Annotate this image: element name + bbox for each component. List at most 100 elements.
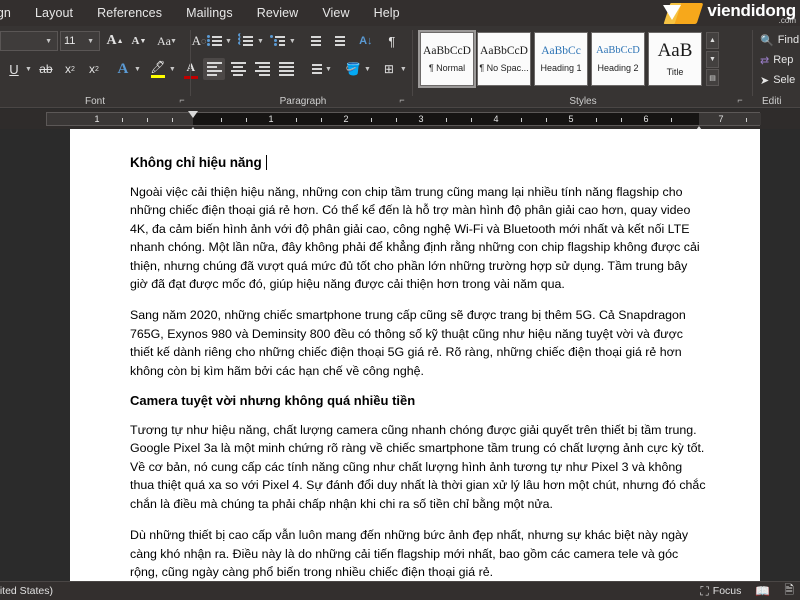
- decrease-indent-icon: [306, 34, 322, 48]
- highlighter-icon: 🖊: [150, 60, 166, 74]
- print-layout-icon[interactable]: 🗎: [784, 581, 794, 600]
- style-title[interactable]: AaB Title: [648, 32, 702, 86]
- change-case-icon: Aa: [157, 33, 171, 48]
- align-right-button[interactable]: [251, 58, 273, 80]
- style-no-spacing[interactable]: AaBbCcD ¶ No Spac...: [477, 32, 531, 86]
- chevron-down-icon: ▼: [170, 37, 177, 45]
- highlight-color-swatch: [150, 75, 165, 78]
- superscript-button[interactable]: x2: [83, 58, 105, 80]
- logo-mark-icon: [662, 3, 704, 24]
- ruler-margin-right: [699, 113, 761, 125]
- ribbon-group-editing: 🔍 Find ⇄ Rep ➤ Sele Editi: [756, 26, 800, 108]
- style-label: Heading 1: [540, 63, 582, 74]
- increase-indent-icon: [330, 34, 346, 48]
- sort-icon: A↓: [359, 35, 373, 47]
- language-indicator[interactable]: nited States): [0, 585, 53, 597]
- styles-scroll-up-button[interactable]: ▲: [706, 32, 719, 49]
- chevron-down-icon[interactable]: ▼: [257, 38, 264, 45]
- document-subheading: Camera tuyệt vời nhưng không quá nhiều t…: [130, 393, 416, 409]
- replace-button[interactable]: ⇄ Rep: [760, 50, 799, 70]
- ruler-number: 4: [493, 114, 499, 124]
- style-heading-2[interactable]: AaBbCcD Heading 2: [591, 32, 645, 86]
- subscript-button[interactable]: x2: [59, 58, 81, 80]
- text-highlight-button[interactable]: 🖊: [147, 58, 169, 80]
- bullets-button[interactable]: [203, 30, 225, 52]
- shading-button[interactable]: 🪣: [342, 58, 364, 80]
- style-sample: AaB: [657, 40, 693, 61]
- styles-scroll-down-button[interactable]: ▼: [706, 50, 719, 68]
- find-button[interactable]: 🔍 Find: [760, 30, 799, 50]
- chevron-down-icon[interactable]: ▼: [400, 66, 407, 73]
- focus-mode-button[interactable]: ⛶ Focus: [700, 584, 741, 599]
- chevron-down-icon[interactable]: ▼: [169, 66, 176, 73]
- document-paragraph: Dù những thiết bị cao cấp vẫn luôn mang …: [130, 528, 689, 579]
- horizontal-ruler[interactable]: 1 1 2 3 4 5 6 7: [46, 111, 761, 140]
- decrease-indent-button[interactable]: [303, 30, 325, 52]
- styles-dialog-launcher[interactable]: ⌐: [734, 94, 746, 106]
- style-heading-1[interactable]: AaBbCc Heading 1: [534, 32, 588, 86]
- multilevel-list-button[interactable]: [267, 30, 289, 52]
- styles-more-button[interactable]: ▤: [706, 69, 719, 86]
- borders-icon: ⊞: [383, 62, 394, 76]
- align-right-icon: [254, 60, 270, 78]
- shrink-font-button[interactable]: A ▼: [128, 30, 150, 52]
- increase-indent-button[interactable]: [327, 30, 349, 52]
- chevron-down-icon[interactable]: ▼: [289, 38, 296, 45]
- tab-mailings[interactable]: Mailings: [174, 2, 245, 24]
- text-effects-button[interactable]: A: [112, 58, 134, 80]
- style-sample: AaBbCcD: [423, 44, 471, 57]
- font-name-combo[interactable]: ▼: [0, 31, 58, 51]
- document-page[interactable]: Không chỉ hiệu năng Ngoài việc cải thiện…: [70, 129, 760, 581]
- numbering-button[interactable]: [235, 30, 257, 52]
- text-cursor: [265, 155, 267, 170]
- align-center-button[interactable]: [227, 58, 249, 80]
- document-canvas[interactable]: Không chỉ hiệu năng Ngoài việc cải thiện…: [0, 129, 800, 581]
- style-label: Heading 2: [597, 62, 639, 73]
- paint-bucket-icon: 🪣: [345, 62, 361, 76]
- ruler-number: 1: [268, 114, 274, 124]
- first-line-indent-marker[interactable]: [188, 111, 198, 118]
- tab-view[interactable]: View: [310, 2, 361, 24]
- chevron-down-icon[interactable]: ▼: [364, 66, 371, 73]
- grow-font-button[interactable]: A ▲: [104, 30, 126, 52]
- change-case-button[interactable]: Aa ▼: [155, 30, 181, 52]
- document-heading: Không chỉ hiệu năng: [130, 155, 708, 170]
- select-button[interactable]: ➤ Sele: [760, 70, 799, 90]
- ruler-area: 1 1 2 3 4 5 6 7: [0, 109, 800, 140]
- chevron-down-icon[interactable]: ▼: [134, 66, 141, 73]
- show-marks-button[interactable]: ¶: [381, 30, 403, 52]
- paragraph-dialog-launcher[interactable]: ⌐: [396, 94, 408, 106]
- ruler-number: 5: [568, 114, 574, 124]
- chevron-down-icon: ▼: [87, 37, 94, 45]
- strikethrough-icon: ab: [39, 62, 53, 76]
- tab-references[interactable]: References: [85, 2, 174, 24]
- style-label: Title: [666, 67, 684, 78]
- font-size-combo[interactable]: 11 ▼: [60, 31, 100, 51]
- font-dialog-launcher[interactable]: ⌐: [176, 94, 188, 106]
- ruler-number: 6: [643, 114, 649, 124]
- style-normal[interactable]: AaBbCcD ¶ Normal: [418, 30, 476, 88]
- align-left-button[interactable]: [203, 58, 225, 80]
- style-sample: AaBbCcD: [596, 45, 640, 57]
- style-sample: AaBbCc: [541, 44, 581, 57]
- tab-help[interactable]: Help: [362, 2, 412, 24]
- sort-button[interactable]: A↓: [355, 30, 377, 52]
- group-label-editing: Editi: [762, 96, 782, 107]
- ribbon-tab-bar: ign Layout References Mailings Review Vi…: [0, 0, 800, 26]
- line-spacing-button[interactable]: [303, 58, 325, 80]
- chevron-down-icon[interactable]: ▼: [25, 66, 32, 73]
- read-mode-icon[interactable]: 📖: [755, 584, 770, 598]
- pilcrow-icon: ¶: [388, 33, 396, 49]
- strikethrough-button[interactable]: ab: [35, 58, 57, 80]
- borders-button[interactable]: ⊞: [378, 58, 400, 80]
- chevron-down-icon[interactable]: ▼: [225, 38, 232, 45]
- group-label-styles: Styles: [569, 96, 597, 107]
- underline-button[interactable]: U: [3, 58, 25, 80]
- justify-button[interactable]: [275, 58, 297, 80]
- chevron-down-icon[interactable]: ▼: [325, 66, 332, 73]
- group-label-font: Font: [84, 96, 105, 107]
- tab-layout[interactable]: Layout: [23, 2, 85, 24]
- styles-gallery-nav: ▲ ▼ ▤: [706, 32, 719, 86]
- tab-review[interactable]: Review: [245, 2, 311, 24]
- tab-design[interactable]: ign: [0, 2, 23, 24]
